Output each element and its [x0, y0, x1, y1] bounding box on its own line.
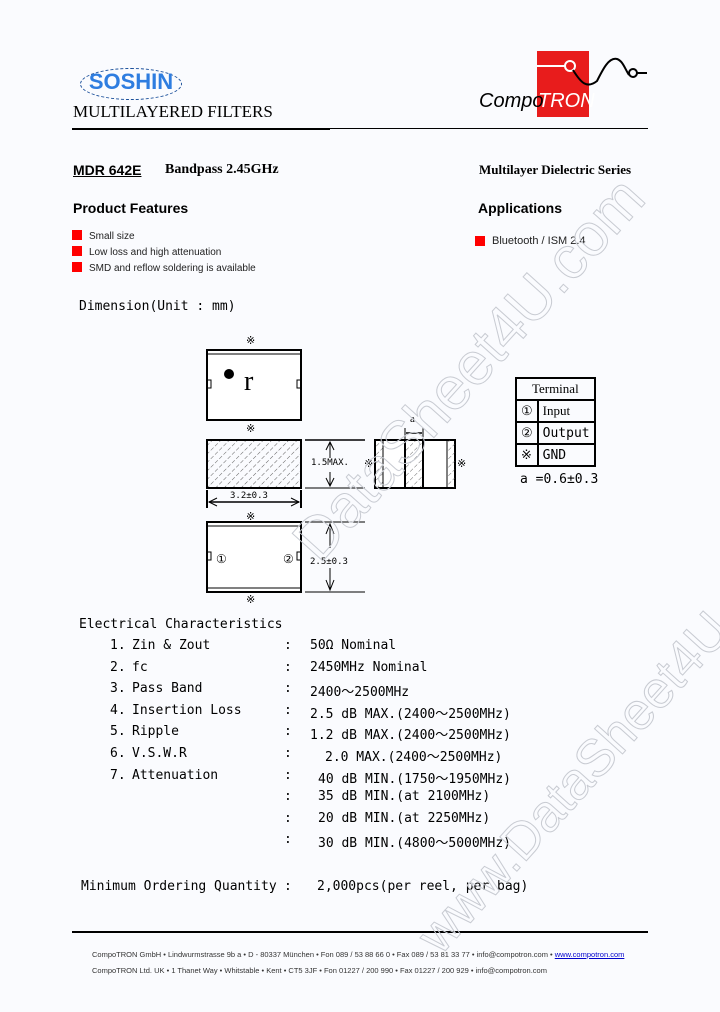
header-rule-right — [330, 128, 648, 129]
terminal-table: Terminal ① Input ② Output ※ GND — [515, 377, 596, 467]
spec-label: V.S.W.R — [132, 746, 187, 761]
spec-value: 50Ω Nominal — [310, 638, 397, 653]
feature-item: Low loss and high attenuation — [89, 247, 222, 258]
spec-colon: : — [284, 638, 292, 653]
gnd-mark: ※ — [457, 457, 467, 470]
spec-value: 40 dB MIN.(1750～1950MHz) — [318, 772, 512, 787]
header-subtitle: MULTILAYERED FILTERS — [73, 102, 273, 121]
spec-colon: : — [284, 660, 292, 675]
feature-item: Small size — [89, 231, 135, 242]
feature-item: SMD and reflow soldering is available — [89, 263, 256, 274]
spec-colon: : — [284, 811, 292, 826]
electrical-title: Electrical Characteristics — [79, 617, 283, 632]
moq-colon: : — [284, 879, 292, 894]
spec-value: 35 dB MIN.(at 2100MHz) — [318, 789, 491, 804]
spec-value: 2400～2500MHz — [310, 685, 410, 700]
spec-value: 2.5 dB MAX.(2400～2500MHz) — [310, 707, 511, 722]
spec-label: Zin & Zout — [132, 638, 211, 653]
footer-address-uk: CompoTRON Ltd. UK • 1 Thanet Way • Whits… — [92, 966, 547, 975]
pin1-mark: ① — [216, 552, 227, 566]
spec-label: Ripple — [132, 724, 179, 739]
spec-number: 2. — [110, 660, 126, 675]
applications-heading: Applications — [478, 200, 563, 216]
spec-colon: : — [284, 746, 292, 761]
terminal-name: Input — [536, 399, 596, 423]
top-view — [206, 349, 302, 421]
bullet-icon — [72, 246, 82, 256]
footer-address-de: CompoTRON GmbH • Lindwurmstrasse 9b a • … — [92, 950, 624, 959]
model-description: Bandpass 2.45GHz — [165, 162, 279, 177]
spec-label: fc — [132, 660, 148, 675]
terminal-symbol: ※ — [515, 443, 539, 467]
table-row: ※ GND — [515, 443, 596, 467]
spec-number: 7. — [110, 768, 126, 783]
moq-label: Minimum Ordering Quantity — [81, 879, 277, 894]
spec-number: 3. — [110, 681, 126, 696]
header-rule-left — [72, 128, 330, 130]
compotron-logo-text: Compo — [479, 90, 544, 112]
terminal-symbol: ① — [515, 399, 539, 423]
spec-value: 20 dB MIN.(at 2250MHz) — [318, 811, 491, 826]
spec-number: 1. — [110, 638, 126, 653]
table-row: ② Output — [515, 421, 596, 445]
pin2-mark: ② — [283, 552, 294, 566]
spec-label: Attenuation — [132, 768, 219, 783]
spec-colon: : — [284, 703, 292, 718]
bullet-icon — [72, 262, 82, 272]
side-view — [206, 439, 302, 489]
spec-number: 4. — [110, 703, 126, 718]
gnd-mark: ※ — [246, 334, 256, 347]
spec-colon: : — [284, 724, 292, 739]
spec-number: 6. — [110, 746, 126, 761]
gnd-mark: ※ — [246, 593, 256, 606]
spec-value: 2450MHz Nominal — [310, 660, 428, 675]
footer-address-de-text: CompoTRON GmbH • Lindwurmstrasse 9b a • … — [92, 950, 555, 959]
terminal-symbol: ② — [515, 421, 539, 445]
a-dimension-value: a =0.6±0.3 — [520, 472, 599, 487]
spec-value: 2.0 MAX.(2400～2500MHz) — [325, 750, 503, 765]
footer-rule — [72, 931, 648, 933]
bullet-icon — [72, 230, 82, 240]
spec-colon: : — [284, 832, 292, 847]
compotron-logo-tron: TRON — [538, 90, 595, 112]
spec-colon: : — [284, 789, 292, 804]
table-row: ① Input — [515, 399, 596, 423]
bullet-icon — [475, 236, 485, 246]
marking-letter: r — [244, 366, 254, 397]
spec-colon: : — [284, 768, 292, 783]
terminal-name: GND — [536, 443, 596, 467]
features-heading: Product Features — [73, 200, 189, 216]
terminal-header: Terminal — [515, 377, 596, 401]
spec-label: Insertion Loss — [132, 703, 242, 718]
terminal-name: Output — [536, 421, 596, 445]
footer-website-link[interactable]: www.compotron.com — [555, 950, 625, 959]
soshin-logo: SOSHIN — [88, 69, 174, 94]
spec-number: 5. — [110, 724, 126, 739]
spec-label: Pass Band — [132, 681, 203, 696]
gnd-mark: ※ — [246, 422, 256, 435]
spec-value: 1.2 dB MAX.(2400～2500MHz) — [310, 728, 511, 743]
model-number: MDR 642E — [73, 162, 142, 178]
gnd-mark: ※ — [246, 510, 256, 523]
spec-colon: : — [284, 681, 292, 696]
length-dimension: 3.2±0.3 — [230, 491, 268, 501]
dimension-title: Dimension(Unit : mm) — [79, 299, 236, 314]
